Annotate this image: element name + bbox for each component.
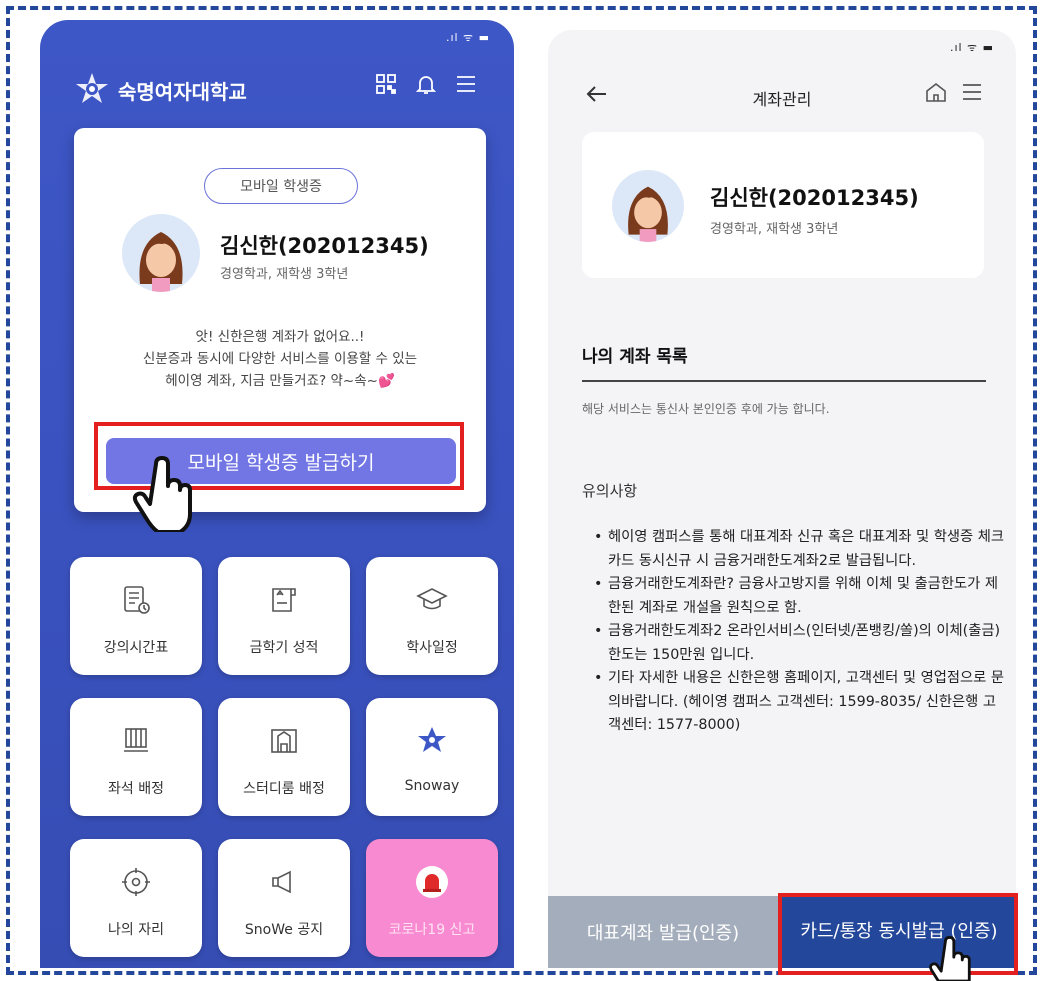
tile-grades[interactable]: 금학기 성적: [218, 557, 350, 675]
university-brand: 숙명여자대학교: [72, 70, 247, 110]
tile-my-seat[interactable]: 나의 자리: [70, 839, 202, 957]
student-department: 경영학과, 재학생 3학년: [710, 222, 839, 237]
profile-card: 김신한(202012345) 경영학과, 재학생 3학년: [582, 132, 984, 278]
megaphone-icon: [272, 870, 291, 894]
bell-icon[interactable]: [414, 72, 438, 96]
grade-icon: [272, 588, 296, 612]
menu-icon[interactable]: [454, 72, 478, 96]
tile-covid-report[interactable]: 코로나19 신고: [366, 839, 498, 957]
list-item: 금융거래한도계좌란? 금융사고방지를 위해 이체 및 출금한도가 제한된 계좌로…: [594, 573, 1006, 620]
avatar: [612, 170, 684, 242]
primary-account-issue-button[interactable]: 대표계좌 발급(인증): [548, 896, 778, 968]
highlight-card-bankbook-button: [778, 893, 1018, 975]
pointer-hand-icon: [132, 456, 192, 532]
divider: [582, 380, 986, 382]
graduation-cap-icon: [416, 588, 448, 610]
account-list-title: 나의 계좌 목록: [582, 347, 688, 367]
student-department: 경영학과, 재학생 3학년: [220, 267, 349, 282]
list-item: 금융거래한도계좌2 온라인서비스(인터넷/폰뱅킹/쏠)의 이체(출금)한도는 1…: [594, 620, 1006, 667]
student-name: 김신한(202012345): [220, 234, 429, 258]
seat-icon: [124, 728, 148, 752]
study-room-icon: [271, 729, 297, 753]
pointer-hand-icon: [929, 936, 971, 981]
tile-snowe-notice[interactable]: SnoWe 공지: [218, 839, 350, 957]
student-avatar-icon: [628, 186, 668, 242]
siren-icon: [416, 866, 448, 898]
tile-snoway[interactable]: Snoway: [366, 698, 498, 816]
verification-note: 해당 서비스는 통신사 본인인증 후에 가능 합니다.: [582, 402, 830, 416]
student-app-screen: .ıl ᯤ ▬ 숙명여자대학교 모바일 학생증 김신한(202012345) 경…: [40, 20, 514, 968]
tile-study-room[interactable]: 스터디룸 배정: [218, 698, 350, 816]
status-bar: .ıl ᯤ ▬: [445, 31, 490, 44]
account-management-screen: .ıl ᯤ ▬ 계좌관리 김신한(202012345) 경영학과, 재학생 3학…: [548, 30, 1016, 968]
tile-seat-assignment[interactable]: 좌석 배정: [70, 698, 202, 816]
list-item: 기타 자세한 내용은 신한은행 홈페이지, 고객센터 및 영업점으로 문의바랍니…: [594, 667, 1006, 738]
status-bar: .ıl ᯤ ▬: [949, 41, 994, 54]
list-item: 헤이영 캠퍼스를 통해 대표계좌 신규 혹은 대표계좌 및 학생증 체크카드 동…: [594, 526, 1006, 573]
qr-code-icon[interactable]: [374, 72, 398, 96]
caution-list: 헤이영 캠퍼스를 통해 대표계좌 신규 혹은 대표계좌 및 학생증 체크카드 동…: [594, 526, 1006, 738]
menu-icon[interactable]: [960, 80, 984, 104]
student-avatar-icon: [139, 232, 183, 292]
avatar: [122, 214, 200, 292]
no-account-notice: 앗! 신한은행 계좌가 없어요..! 신분증과 동시에 다양한 서비스를 이용할…: [142, 329, 418, 389]
mobile-id-badge: 모바일 학생증: [204, 168, 358, 204]
home-icon[interactable]: [924, 80, 948, 104]
location-icon: [122, 868, 150, 896]
tile-timetable[interactable]: 강의시간표: [70, 557, 202, 675]
student-name: 김신한(202012345): [710, 186, 919, 210]
caution-title: 유의사항: [582, 482, 638, 500]
university-logo-icon: [76, 73, 108, 103]
timetable-icon: [124, 586, 150, 614]
university-name: 숙명여자대학교: [118, 79, 247, 104]
snoway-icon: [418, 727, 446, 752]
tile-academic-calendar[interactable]: 학사일정: [366, 557, 498, 675]
